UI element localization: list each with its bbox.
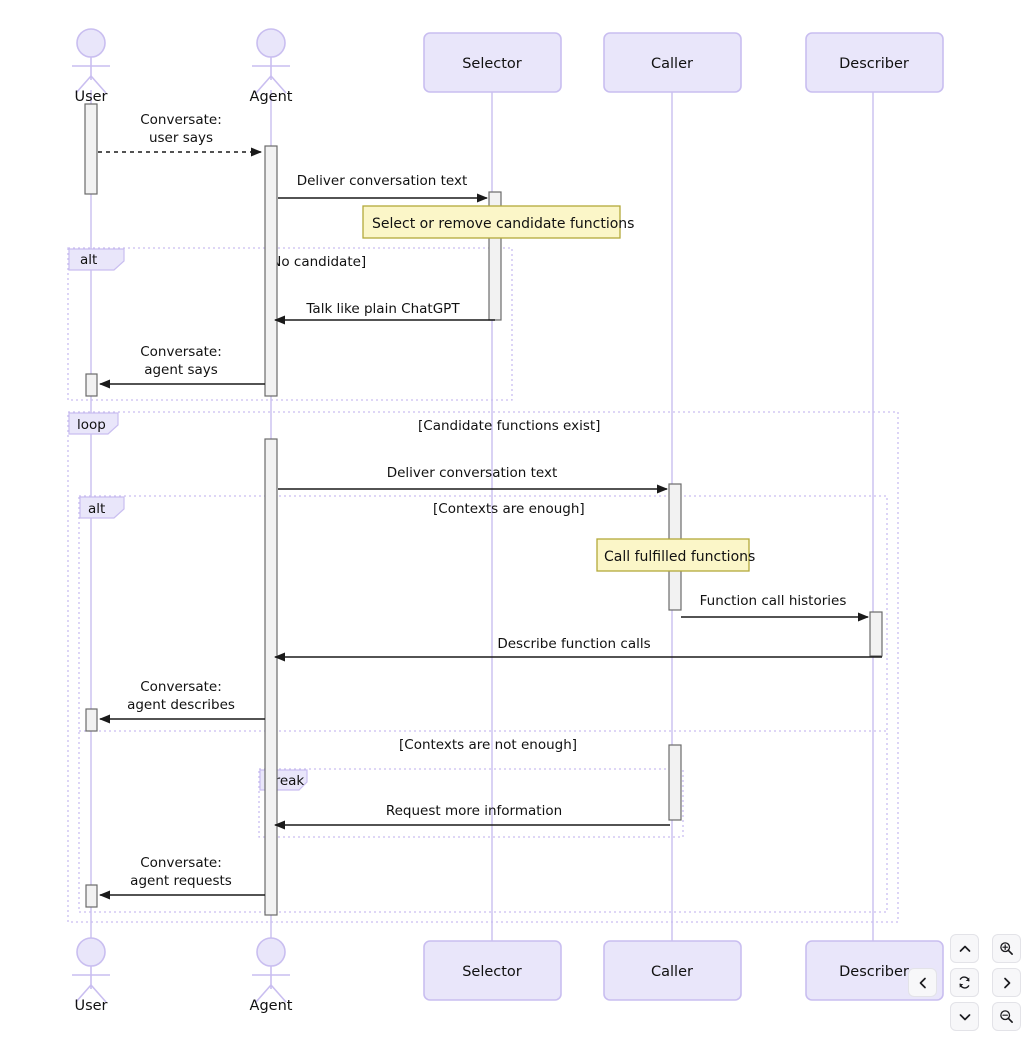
activation-caller-2 [668, 744, 682, 821]
participant-caller-top[interactable]: Caller [603, 32, 742, 93]
note-text: Select or remove candidate functions [372, 216, 634, 232]
zoom-out-button[interactable] [992, 1002, 1021, 1031]
message-label: Conversate: [140, 855, 222, 871]
note-call-fulfilled-functions: Call fulfilled functions [596, 538, 755, 572]
fragment-keyword: alt [80, 252, 97, 268]
participant-label: User [74, 998, 107, 1014]
zoom-in-button[interactable] [992, 934, 1021, 963]
message-label: Deliver conversation text [387, 465, 558, 481]
chevron-left-icon [919, 977, 926, 988]
note-select-or-remove: Select or remove candidate functions [362, 205, 634, 239]
message-label: Deliver conversation text [297, 173, 468, 189]
message-label-line2: agent says [144, 362, 218, 378]
zoom-out-icon [1000, 1010, 1013, 1023]
participant-label: Caller [651, 964, 693, 980]
participant-label: Agent [250, 89, 293, 105]
message-label-line2: user says [149, 130, 213, 146]
activation-describer-1 [869, 611, 883, 657]
refresh-icon [959, 976, 970, 989]
chevron-right-icon [1003, 977, 1010, 988]
zoom-in-icon [1000, 942, 1013, 955]
reset-view-button[interactable] [950, 968, 979, 997]
participant-label: Describer [839, 964, 909, 980]
message-label: Describe function calls [497, 636, 650, 652]
participant-label: Caller [651, 56, 693, 72]
participant-label: User [74, 89, 107, 105]
pan-right-button[interactable] [992, 968, 1021, 997]
pan-down-button[interactable] [950, 1002, 979, 1031]
message-label: Talk like plain ChatGPT [305, 301, 460, 317]
message-label-line2: agent requests [130, 873, 232, 889]
message-label: Conversate: [140, 344, 222, 360]
message-label: Conversate: [140, 679, 222, 695]
activation-user-4 [85, 884, 98, 908]
participant-describer-top[interactable]: Describer [805, 32, 944, 93]
fragment-keyword: alt [88, 501, 105, 517]
pan-left-button[interactable] [908, 968, 937, 997]
pan-up-button[interactable] [950, 934, 979, 963]
participant-caller-bottom[interactable]: Caller [603, 940, 742, 1001]
activation-user-2 [85, 373, 98, 397]
chevron-up-icon [959, 945, 970, 952]
fragment-condition-else: [Contexts are not enough] [399, 737, 577, 753]
participant-label: Selector [462, 964, 522, 980]
participant-selector-top[interactable]: Selector [423, 32, 562, 93]
activation-agent-1 [264, 145, 278, 397]
activation-user-1 [84, 103, 98, 195]
message-label-line2: agent describes [127, 697, 235, 713]
fragment-condition: [Contexts are enough] [433, 501, 585, 517]
message-label: Function call histories [700, 593, 847, 609]
fragment-condition: [Candidate functions exist] [418, 418, 600, 434]
sequence-diagram-canvas[interactable]: alt [No candidate] loop [Candidate funct… [0, 0, 1028, 1040]
message-label: Conversate: [140, 112, 222, 128]
chevron-down-icon [959, 1013, 970, 1020]
activation-user-3 [85, 708, 98, 732]
fragment-condition: [No candidate] [266, 254, 366, 270]
fragment-keyword: loop [77, 417, 106, 433]
participant-label: Selector [462, 56, 522, 72]
viewport-controls[interactable] [908, 934, 1022, 1032]
participant-label: Agent [250, 998, 293, 1014]
activation-agent-2 [264, 438, 278, 916]
participant-selector-bottom[interactable]: Selector [423, 940, 562, 1001]
note-text: Call fulfilled functions [604, 549, 755, 565]
participant-label: Describer [839, 56, 909, 72]
message-label: Request more information [386, 803, 562, 819]
